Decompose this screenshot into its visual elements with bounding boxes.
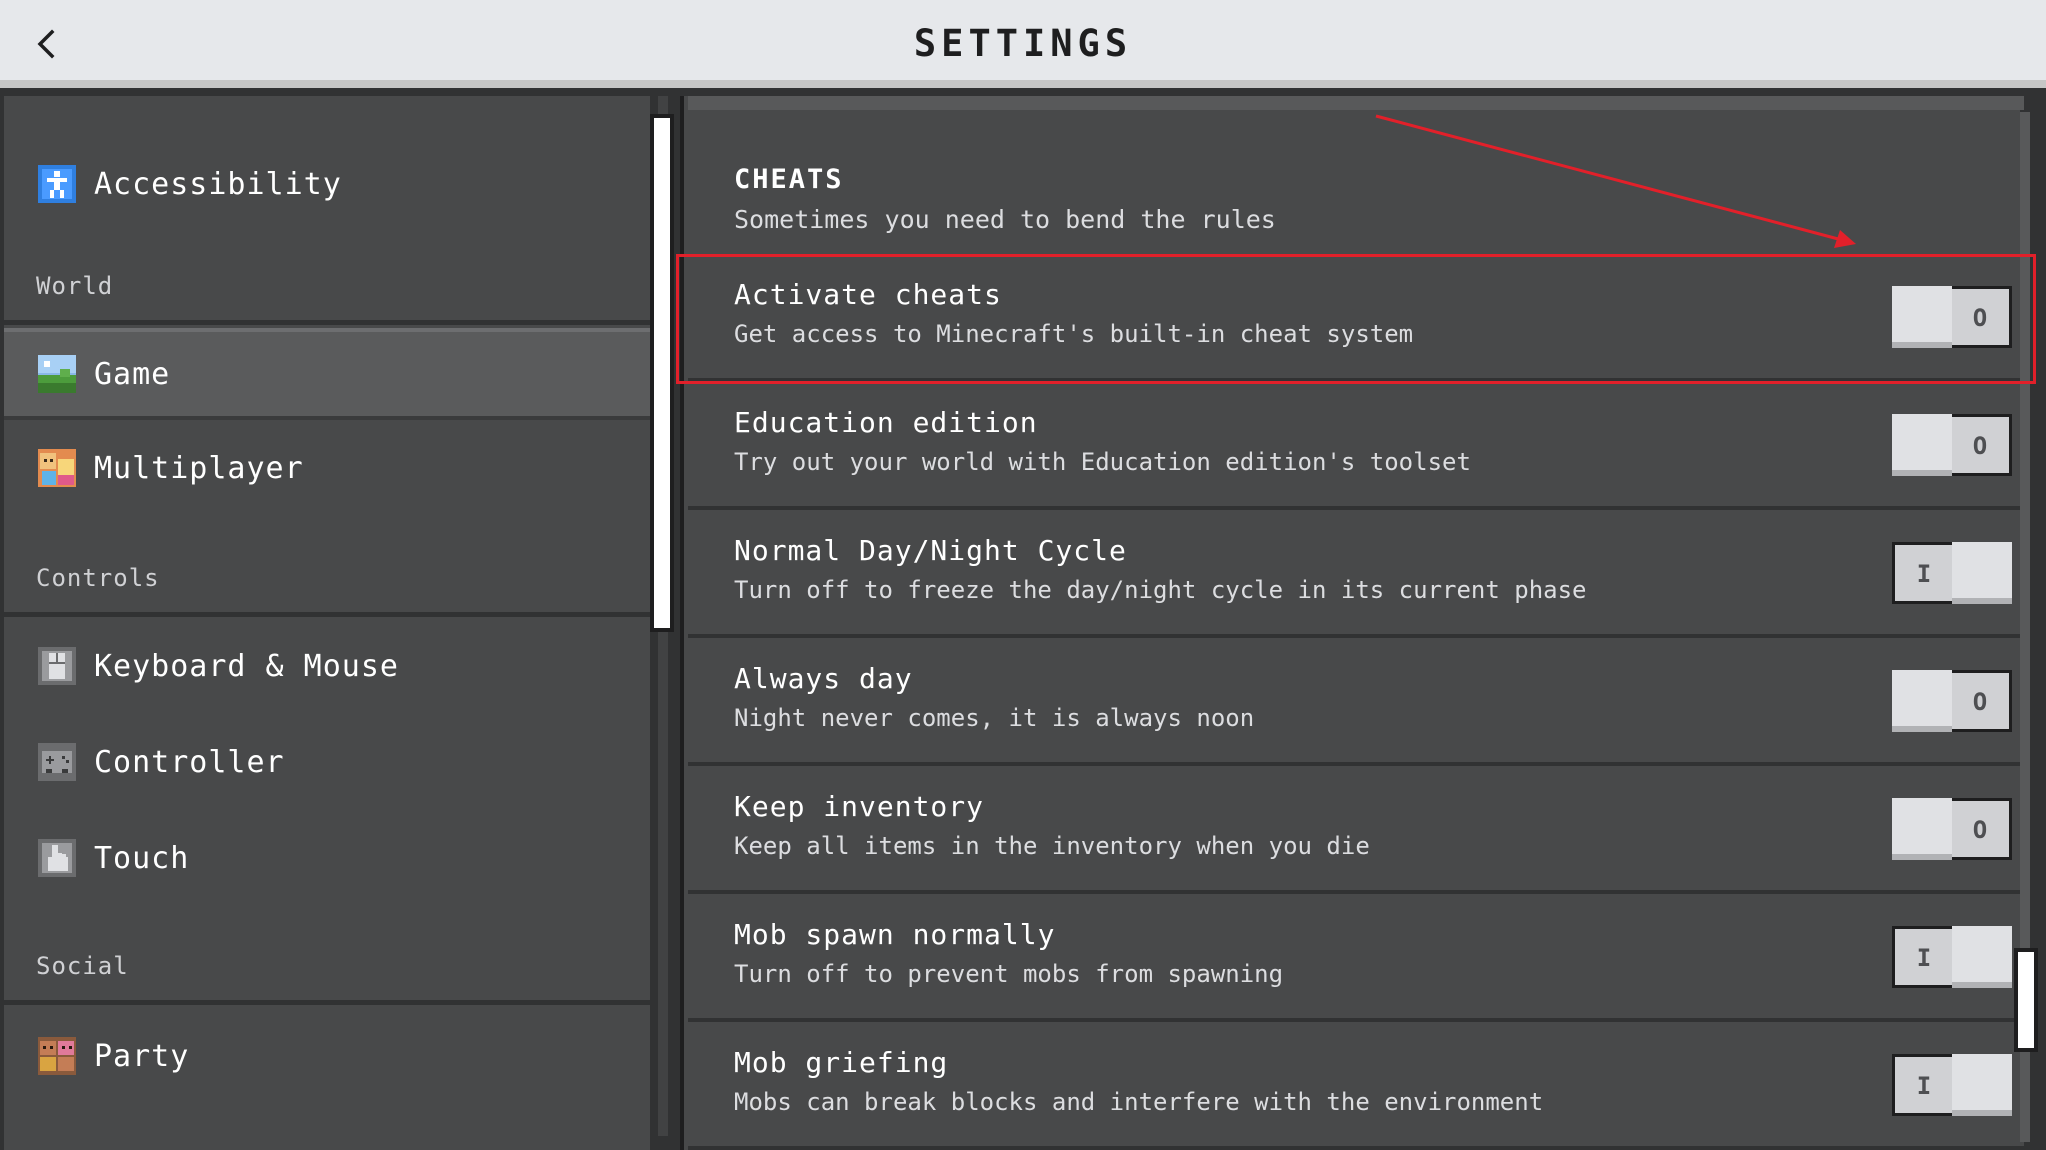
controller-icon [38, 743, 76, 781]
sidebar-item-label: Controller [94, 744, 285, 780]
multiplayer-icon [38, 449, 76, 487]
setting-title: Education edition [734, 406, 1038, 439]
sidebar-scrollbar-thumb[interactable] [650, 114, 674, 632]
accessibility-icon [38, 165, 76, 203]
sidebar-item-party[interactable]: Party [4, 1010, 650, 1102]
toggle-off-mark: O [1972, 432, 1988, 460]
setting-row-keep-inventory: Keep inventory Keep all items in the inv… [688, 770, 2024, 894]
setting-row-always-day: Always day Night never comes, it is alwa… [688, 642, 2024, 766]
toggle-off-mark: O [1972, 816, 1988, 844]
sidebar-item-label: Touch [94, 840, 190, 876]
toggle-knob [1892, 414, 1952, 476]
toggle-knob [1952, 542, 2012, 604]
section-heading-social: Social [36, 952, 129, 980]
settings-content: CHEATS Sometimes you need to bend the ru… [680, 96, 2046, 1150]
setting-title: Normal Day/Night Cycle [734, 534, 1127, 567]
sidebar-item-multiplayer[interactable]: Multiplayer [4, 422, 650, 514]
content-panel: CHEATS Sometimes you need to bend the ru… [680, 96, 2024, 1150]
section-heading-controls: Controls [36, 564, 160, 592]
sidebar-item-keyboard-mouse[interactable]: Keyboard & Mouse [4, 620, 650, 712]
sidebar-item-label: Game [94, 356, 171, 392]
toggle-knob [1952, 1054, 2012, 1116]
sidebar: Accessibility World Game Multiplayer Con… [0, 96, 680, 1150]
party-icon [38, 1037, 76, 1075]
setting-row-activate-cheats: Activate cheats Get access to Minecraft'… [688, 258, 2024, 382]
education-edition-toggle[interactable]: O [1892, 414, 2012, 476]
sidebar-item-label: Accessibility [94, 166, 342, 202]
setting-row-mob-spawn: Mob spawn normally Turn off to prevent m… [688, 898, 2024, 1022]
toggle-on-mark: I [1916, 560, 1932, 588]
content-scrollbar-thumb[interactable] [2014, 948, 2038, 1052]
setting-description: Turn off to freeze the day/night cycle i… [734, 576, 1587, 604]
day-night-cycle-toggle[interactable]: I [1892, 542, 2012, 604]
divider [4, 320, 650, 325]
sidebar-item-label: Multiplayer [94, 450, 304, 486]
keep-inventory-toggle[interactable]: O [1892, 798, 2012, 860]
toggle-knob [1892, 798, 1952, 860]
setting-title: Mob spawn normally [734, 918, 1056, 951]
setting-title: Activate cheats [734, 278, 1002, 311]
setting-title: Mob griefing [734, 1046, 949, 1079]
settings-screen: SETTINGS Accessibility World Game Multip… [0, 0, 2046, 1150]
toggle-off-mark: O [1972, 688, 1988, 716]
setting-title: Keep inventory [734, 790, 985, 823]
section-title: CHEATS [734, 164, 844, 195]
keyboard-mouse-icon [38, 647, 76, 685]
mob-spawn-toggle[interactable]: I [1892, 926, 2012, 988]
page-title: SETTINGS [913, 22, 1133, 65]
toggle-knob [1892, 670, 1952, 732]
setting-title: Always day [734, 662, 913, 695]
setting-row-day-night-cycle: Normal Day/Night Cycle Turn off to freez… [688, 514, 2024, 638]
header-bar: SETTINGS [0, 0, 2046, 88]
setting-description: Mobs can break blocks and interfere with… [734, 1088, 1544, 1116]
toggle-on-mark: I [1916, 1072, 1932, 1100]
setting-description: Keep all items in the inventory when you… [734, 832, 1370, 860]
setting-row-mob-griefing: Mob griefing Mobs can break blocks and i… [688, 1026, 2024, 1150]
setting-description: Night never comes, it is always noon [734, 704, 1255, 732]
sidebar-item-label: Keyboard & Mouse [94, 648, 399, 684]
sidebar-item-controller[interactable]: Controller [4, 716, 650, 808]
always-day-toggle[interactable]: O [1892, 670, 2012, 732]
landscape-icon [38, 355, 76, 393]
divider [4, 1000, 650, 1005]
setting-description: Try out your world with Education editio… [734, 448, 1471, 476]
sidebar-item-label: Party [94, 1038, 190, 1074]
mob-griefing-toggle[interactable]: I [1892, 1054, 2012, 1116]
activate-cheats-toggle[interactable]: O [1892, 286, 2012, 348]
touch-icon [38, 839, 76, 877]
sidebar-item-game[interactable]: Game [4, 328, 650, 420]
toggle-off-mark: O [1972, 304, 1988, 332]
sidebar-item-touch[interactable]: Touch [4, 812, 650, 904]
setting-row-education-edition: Education edition Try out your world wit… [688, 386, 2024, 510]
section-heading-world: World [36, 272, 114, 300]
setting-description: Get access to Minecraft's built-in cheat… [734, 320, 1414, 348]
toggle-knob [1892, 286, 1952, 348]
toggle-on-mark: I [1916, 944, 1932, 972]
cheats-section-header: CHEATS Sometimes you need to bend the ru… [734, 164, 1276, 234]
section-subtitle: Sometimes you need to bend the rules [734, 205, 1276, 234]
sidebar-item-accessibility[interactable]: Accessibility [4, 138, 650, 230]
divider [4, 612, 650, 617]
setting-description: Turn off to prevent mobs from spawning [734, 960, 1284, 988]
content-top-strip [688, 96, 2024, 110]
toggle-knob [1952, 926, 2012, 988]
